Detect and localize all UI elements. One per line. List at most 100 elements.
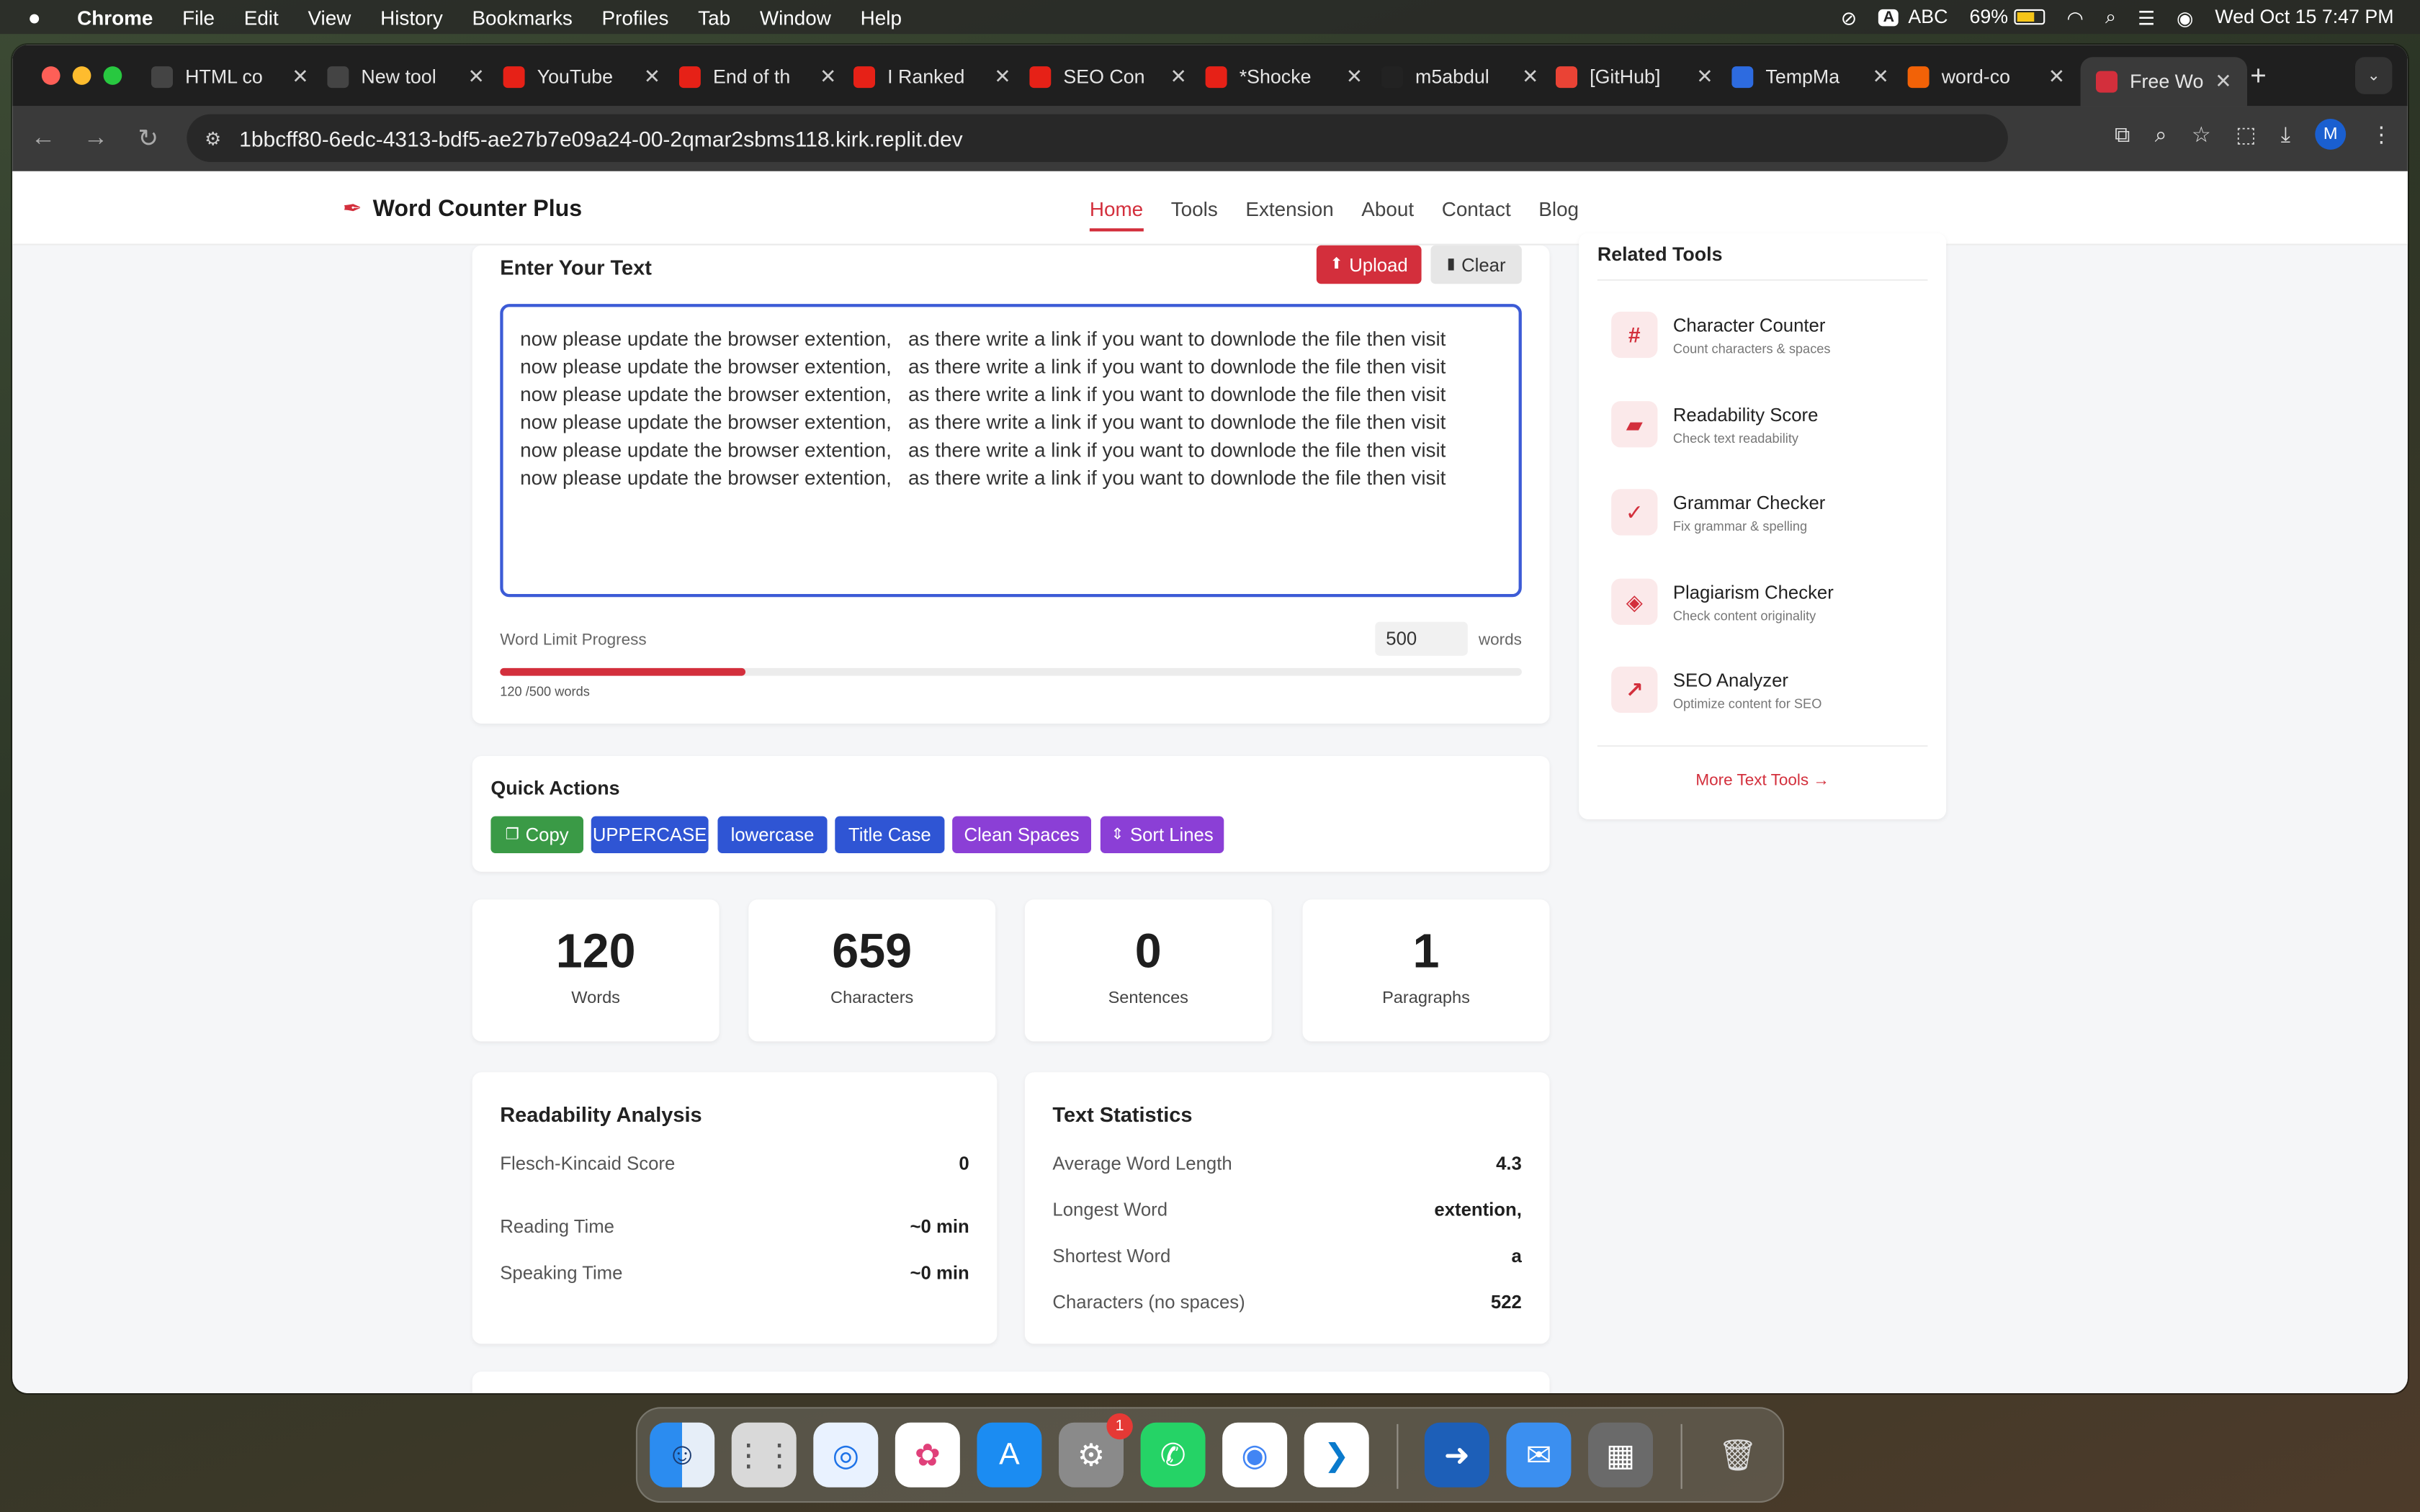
reload-icon[interactable]: ↻ <box>122 123 174 154</box>
uppercase-button[interactable]: UPPERCASE <box>591 816 709 853</box>
input-source-badge[interactable]: A <box>1878 8 1899 26</box>
browser-tab[interactable]: HTML co ✕ <box>151 57 309 97</box>
sort-lines-button[interactable]: ⇕ Sort Lines <box>1100 816 1224 853</box>
close-tab-icon[interactable]: ✕ <box>820 65 836 89</box>
input-source-label[interactable]: ABC <box>1908 6 1948 28</box>
menu-profiles[interactable]: Profiles <box>602 6 669 29</box>
new-tab-button[interactable]: + <box>2250 60 2267 93</box>
battery-icon[interactable] <box>2014 9 2045 25</box>
browser-tab[interactable]: YouTube ✕ <box>503 57 660 97</box>
install-app-icon[interactable]: ⧉ <box>2115 121 2130 147</box>
browser-tab[interactable]: New tool ✕ <box>327 57 485 97</box>
related-tool-seo-analyzer[interactable]: ↗ SEO Analyzer Optimize content for SEO <box>1611 666 1821 713</box>
clean-spaces-button[interactable]: Clean Spaces <box>952 816 1091 853</box>
system-settings-icon[interactable]: ⚙ 1 <box>1059 1413 1133 1488</box>
siri-icon[interactable]: ◉ <box>2177 6 2193 29</box>
close-tab-icon[interactable]: ✕ <box>1346 65 1363 89</box>
close-tab-icon[interactable]: ✕ <box>1522 65 1538 89</box>
address-bar[interactable]: ⚙ 1bbcff80-6edc-4313-bdf5-ae27b7e09a24-0… <box>187 114 2008 162</box>
gmail-icon <box>1556 66 1577 89</box>
browser-tab[interactable]: TempMa ✕ <box>1731 57 1889 97</box>
calculator-icon[interactable]: ▦ <box>1588 1422 1653 1488</box>
whatsapp-icon[interactable]: ✆ <box>1140 1422 1206 1488</box>
downloads-icon[interactable]: ⤓ <box>2281 121 2290 147</box>
menu-view[interactable]: View <box>308 6 351 29</box>
browser-tab[interactable]: Free Wo ✕ <box>2080 57 2247 107</box>
extensions-icon[interactable]: ⬚ <box>2236 121 2256 147</box>
nav-home[interactable]: Home <box>1089 197 1144 232</box>
lowercase-button[interactable]: lowercase <box>717 816 828 853</box>
migration-assistant-icon[interactable]: ➜ <box>1424 1422 1489 1488</box>
browser-tab[interactable]: I Ranked ✕ <box>853 57 1011 97</box>
tab-search-icon[interactable]: ⌄ <box>2355 57 2393 94</box>
browser-tab[interactable]: m5abdul ✕ <box>1381 57 1538 97</box>
related-tool-readability-score[interactable]: ▰ Readability Score Check text readability <box>1611 401 1818 448</box>
nav-tools[interactable]: Tools <box>1171 197 1218 231</box>
clock[interactable]: Wed Oct 15 7:47 PM <box>2215 6 2393 28</box>
close-tab-icon[interactable]: ✕ <box>467 65 484 89</box>
spotlight-search-icon[interactable]: ⌕ <box>2105 6 2116 29</box>
close-tab-icon[interactable]: ✕ <box>1170 65 1186 89</box>
close-tab-icon[interactable]: ✕ <box>292 65 308 89</box>
related-tool-plagiarism-checker[interactable]: ◈ Plagiarism Checker Check content origina… <box>1611 578 1834 625</box>
bookmark-star-icon[interactable]: ☆ <box>2192 121 2211 147</box>
more-text-tools-link[interactable]: More Text Tools → <box>1597 771 1928 790</box>
nav-blog[interactable]: Blog <box>1538 197 1579 231</box>
close-tab-icon[interactable]: ✕ <box>644 65 660 89</box>
menu-app-name[interactable]: Chrome <box>77 6 153 29</box>
related-tool-grammar-checker[interactable]: ✓ Grammar Checker Fix grammar & spelling <box>1611 489 1825 536</box>
related-tool-character-counter[interactable]: # Character Counter Count characters & spa… <box>1611 311 1831 359</box>
chrome-icon[interactable]: ◉ <box>1222 1422 1288 1488</box>
close-tab-icon[interactable]: ✕ <box>1696 65 1713 89</box>
zoom-window-button[interactable] <box>103 66 122 85</box>
url-text[interactable]: 1bbcff80-6edc-4313-bdf5-ae27b7e09a24-00-… <box>239 126 963 150</box>
site-info-icon[interactable]: ⚙ <box>187 127 239 149</box>
safari-icon[interactable]: ◎ <box>813 1422 879 1488</box>
trash-icon[interactable]: 🗑 <box>1706 1423 1770 1488</box>
browser-tab[interactable]: End of th ✕ <box>678 57 836 97</box>
wifi-icon[interactable]: ◠ <box>2067 6 2084 29</box>
zoom-icon[interactable]: ⌕ <box>2155 121 2167 147</box>
launchpad-icon[interactable]: ⋮⋮ <box>731 1422 797 1488</box>
back-icon[interactable]: ← <box>17 125 70 153</box>
browser-tab[interactable]: *Shocke ✕ <box>1205 57 1363 97</box>
photos-icon[interactable]: ✿ <box>895 1422 960 1488</box>
minimize-window-button[interactable] <box>72 66 91 85</box>
site-logo[interactable]: ✒ Word Counter Plus <box>343 194 582 222</box>
nav-extension[interactable]: Extension <box>1245 197 1333 231</box>
menu-window[interactable]: Window <box>760 6 831 29</box>
openai-icon <box>151 66 173 89</box>
nav-about[interactable]: About <box>1361 197 1414 231</box>
title-case-button[interactable]: Title Case <box>835 816 945 853</box>
browser-tab[interactable]: [GitHub] ✕ <box>1556 57 1713 97</box>
menu-tab[interactable]: Tab <box>698 6 730 29</box>
forward-icon[interactable]: → <box>69 125 122 153</box>
finder-icon[interactable]: ☺ <box>650 1422 715 1488</box>
close-tab-icon[interactable]: ✕ <box>2215 69 2231 94</box>
close-tab-icon[interactable]: ✕ <box>1872 65 1888 89</box>
menu-history[interactable]: History <box>380 6 443 29</box>
mail-icon[interactable]: ✉ <box>1506 1422 1572 1488</box>
control-center-icon[interactable]: ☰ <box>2138 6 2155 29</box>
apple-menu-icon[interactable]: ● <box>28 4 53 29</box>
chrome-menu-icon[interactable]: ⋮ <box>2370 121 2392 147</box>
word-limit-input[interactable]: 500 <box>1375 621 1468 656</box>
close-window-button[interactable] <box>41 66 60 85</box>
app-store-icon[interactable]: A <box>977 1422 1042 1488</box>
menu-file[interactable]: File <box>182 6 215 29</box>
upload-button[interactable]: ⬆ Upload <box>1316 245 1422 284</box>
browser-tab[interactable]: SEO Con ✕ <box>1029 57 1187 97</box>
close-tab-icon[interactable]: ✕ <box>994 65 1010 89</box>
nav-contact[interactable]: Contact <box>1442 197 1511 231</box>
vscode-icon[interactable]: ❯ <box>1304 1422 1369 1488</box>
close-tab-icon[interactable]: ✕ <box>2048 65 2065 89</box>
browser-tab[interactable]: word-co ✕ <box>1907 57 2065 97</box>
text-input[interactable]: now please update the browser extention,… <box>500 304 1522 598</box>
menu-help[interactable]: Help <box>861 6 902 29</box>
clear-button[interactable]: ▮ Clear <box>1430 245 1522 284</box>
copy-button[interactable]: ❐ Copy <box>490 816 583 853</box>
menu-edit[interactable]: Edit <box>244 6 279 29</box>
menu-bookmarks[interactable]: Bookmarks <box>472 6 572 29</box>
do-not-disturb-icon[interactable]: ⊘ <box>1841 6 1857 29</box>
profile-avatar[interactable]: M <box>2315 119 2347 150</box>
